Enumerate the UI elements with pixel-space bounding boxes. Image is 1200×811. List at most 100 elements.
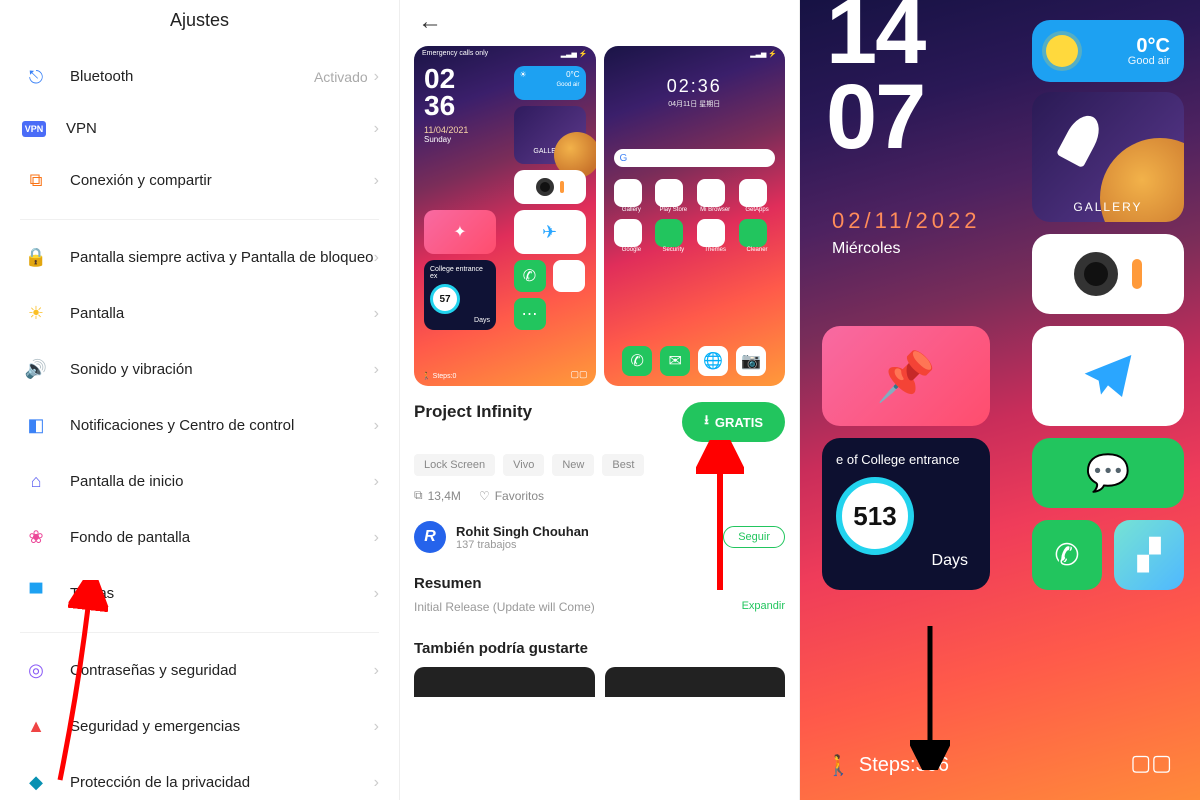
theme-previews: Emergency calls only▂▃▅ ⚡ 0236 ☀ 0°CGood… <box>414 46 785 386</box>
app-label: Themes <box>697 247 733 253</box>
settings-label: Conexión y compartir <box>70 171 374 191</box>
app-icon <box>697 219 725 247</box>
chevron-right-icon: › <box>374 718 379 736</box>
settings-item-vpn[interactable]: VPNVPN› <box>0 105 399 153</box>
bt-icon: ⎋ <box>22 63 50 91</box>
settings-item-alert[interactable]: ▲Seguridad y emergencias› <box>0 699 399 755</box>
walker-icon: 🚶 <box>826 753 851 778</box>
chat-icon: 💬 <box>1086 452 1131 494</box>
favorite-button[interactable]: ♡Favoritos <box>479 489 544 503</box>
college-countdown-widget[interactable]: e of College entrance 513 Days <box>822 438 990 590</box>
author-name: Rohit Singh Chouhan <box>456 524 589 539</box>
camera-lens-icon <box>1074 252 1118 296</box>
summary-title: Resumen <box>414 575 785 592</box>
settings-label: Pantalla de inicio <box>70 472 374 492</box>
clock-widget[interactable]: 1407 <box>826 0 924 159</box>
camera-widget[interactable] <box>1032 234 1184 314</box>
sound-icon: 🔊 <box>22 356 50 384</box>
settings-label: Notificaciones y Centro de control <box>70 416 374 436</box>
app-dock: ✆ ▞ <box>1032 520 1184 590</box>
telegram-widget[interactable] <box>1032 326 1184 426</box>
theme-tag[interactable]: Lock Screen <box>414 454 495 476</box>
alert-icon: ▲ <box>22 713 50 741</box>
settings-label: Pantalla <box>70 304 374 324</box>
settings-item-wall[interactable]: ❀Fondo de pantalla› <box>0 510 399 566</box>
settings-label: VPN <box>66 119 374 139</box>
settings-label: Temas <box>70 584 374 604</box>
chevron-right-icon: › <box>374 172 379 190</box>
expand-link[interactable]: Expandir <box>742 600 785 614</box>
theme-preview-2[interactable]: ▂▃▅ ⚡ 02:36 04月11日 星期日 G GalleryPlay Sto… <box>604 46 786 386</box>
theme-tags: Lock Screen Vivo New Best <box>414 454 785 476</box>
chevron-right-icon: › <box>374 662 379 680</box>
theme-icon: ▀ <box>22 580 50 608</box>
chevron-right-icon: › <box>374 361 379 379</box>
settings-item-share[interactable]: ⧉Conexión y compartir› <box>0 153 399 209</box>
app-icon <box>655 179 683 207</box>
app-label: Gallery <box>614 207 650 213</box>
download-icon: ⭳ <box>704 411 709 433</box>
settings-item-priv[interactable]: ◆Protección de la privacidad› <box>0 755 399 811</box>
chevron-right-icon: › <box>374 305 379 323</box>
settings-item-sound[interactable]: 🔊 Sonido y vibración› <box>0 342 399 398</box>
notif-icon: ◧ <box>22 412 50 440</box>
cleaner-widget[interactable]: 📌 <box>822 326 990 426</box>
phone-app-icon[interactable]: ✆ <box>1032 520 1102 590</box>
settings-item-bt[interactable]: ⎋BluetoothActivado› <box>0 49 399 105</box>
settings-label: Fondo de pantalla <box>70 528 374 548</box>
settings-item-notif[interactable]: ◧ Notificaciones y Centro de control› <box>0 398 399 454</box>
app-icon <box>739 219 767 247</box>
author-avatar: R <box>414 521 446 553</box>
app-label: Google <box>614 247 650 253</box>
settings-label: Sonido y vibración <box>70 360 374 380</box>
separator <box>20 632 379 633</box>
pass-icon: ◎ <box>22 657 50 685</box>
day-label: Miércoles <box>832 240 900 258</box>
app-icon <box>739 179 767 207</box>
gallery-widget[interactable]: GALLERY <box>1032 92 1184 222</box>
app-label: GetApps <box>739 207 775 213</box>
settings-item-sun[interactable]: ☀ Pantalla› <box>0 286 399 342</box>
settings-label: Protección de la privacidad <box>70 773 374 793</box>
theme-store-panel: ← Emergency calls only▂▃▅ ⚡ 0236 ☀ 0°CGo… <box>400 0 800 800</box>
theme-preview-1[interactable]: Emergency calls only▂▃▅ ⚡ 0236 ☀ 0°CGood… <box>414 46 596 386</box>
college-widget: College entrance ex 57 Days <box>424 260 496 330</box>
camera-flash-icon <box>1132 259 1142 289</box>
files-app-icon[interactable]: ▞ <box>1114 520 1184 590</box>
brush-icon: 📌 <box>876 348 936 405</box>
chevron-right-icon: › <box>374 417 379 435</box>
chevron-right-icon: › <box>374 120 379 138</box>
home-icon: ⌂ <box>22 468 50 496</box>
app-icon <box>697 179 725 207</box>
back-button[interactable]: ← <box>414 0 785 44</box>
theme-tag[interactable]: Vivo <box>503 454 544 476</box>
countdown-ring: 513 <box>836 477 914 555</box>
theme-tag[interactable]: Best <box>602 454 644 476</box>
sun-icon: ☀ <box>22 300 50 328</box>
theme-tag[interactable]: New <box>552 454 594 476</box>
theme-author-row[interactable]: R Rohit Singh Chouhan 137 trabajos Segui… <box>414 521 785 553</box>
download-button[interactable]: ⭳ GRATIS <box>682 402 785 442</box>
app-drawer-button[interactable]: ▢▢ <box>1130 750 1172 776</box>
package-icon: ⧉ <box>414 488 423 503</box>
app-label: Cleaner <box>739 247 775 253</box>
theme-name: Project Infinity <box>414 402 532 422</box>
settings-item-lock[interactable]: 🔒Pantalla siempre activa y Pantalla de b… <box>0 230 399 286</box>
lock-icon: 🔒 <box>22 244 50 272</box>
brush-tile: ✦ <box>424 210 496 254</box>
homescreen-panel: 1407 0°CGood air GALLERY 02/11/2022 Miér… <box>800 0 1200 800</box>
weather-widget[interactable]: 0°CGood air <box>1032 20 1184 82</box>
heart-icon: ♡ <box>479 489 490 503</box>
settings-item-home[interactable]: ⌂Pantalla de inicio› <box>0 454 399 510</box>
settings-item-pass[interactable]: ◎Contraseñas y seguridad› <box>0 643 399 699</box>
theme-size: ⧉13,4M <box>414 488 461 503</box>
steps-counter[interactable]: 🚶 Steps:396 <box>826 753 949 778</box>
settings-item-theme[interactable]: ▀Temas› <box>0 566 399 622</box>
app-icon <box>614 219 642 247</box>
settings-label: Bluetooth <box>70 67 314 87</box>
settings-value: Activado <box>314 69 368 85</box>
vpn-icon: VPN <box>22 121 46 137</box>
follow-button[interactable]: Seguir <box>723 526 785 548</box>
app-icon <box>614 179 642 207</box>
chat-widget[interactable]: 💬 <box>1032 438 1184 508</box>
